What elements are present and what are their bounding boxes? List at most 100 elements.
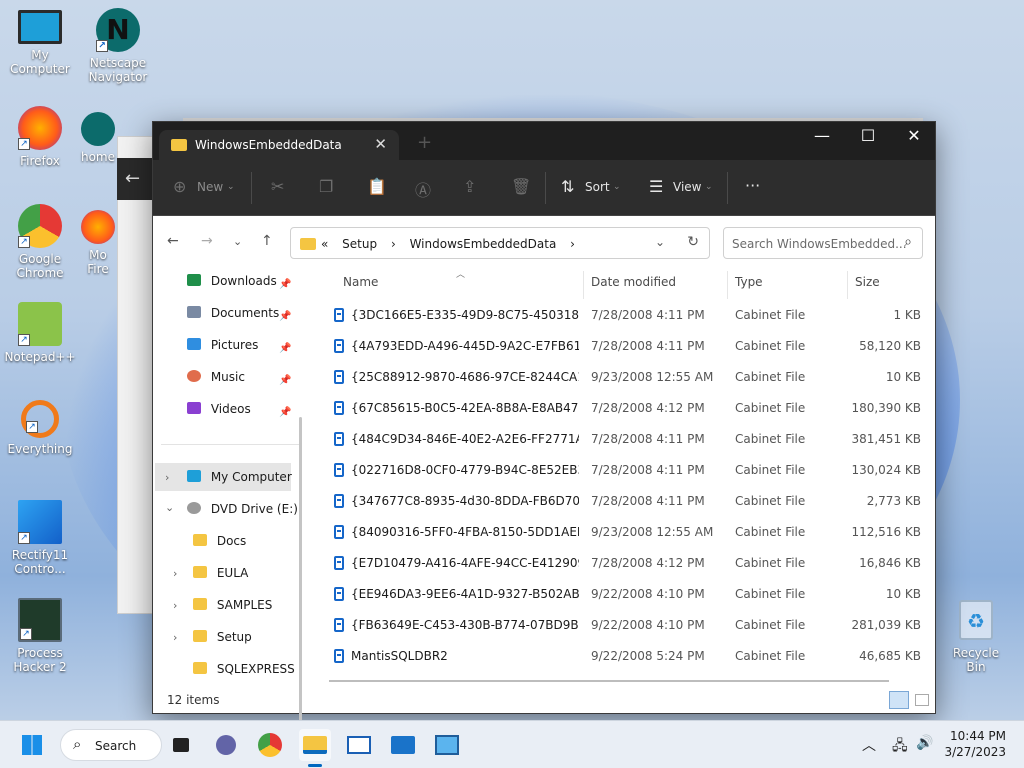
more-options-button[interactable]: ··· [745,176,760,195]
copy-icon[interactable]: ❐ [319,177,333,196]
start-button[interactable] [16,729,48,761]
nav-item-dvd-drive[interactable]: ⌄ DVD Drive (E:) W [155,495,299,523]
column-separator[interactable] [847,271,848,299]
pin-icon[interactable]: 📌 [279,375,291,386]
chevron-right-icon[interactable]: › [165,471,169,484]
taskbar-search[interactable]: ⌕ Search [60,729,162,761]
nav-item-downloads[interactable]: Downloads [187,267,277,295]
control-panel-taskbar-button[interactable] [387,729,419,761]
desktop-icon-everything[interactable]: ↗ Everything [0,400,80,456]
nav-item-samples[interactable]: › SAMPLES [173,591,272,619]
breadcrumb-separator[interactable]: › [570,237,575,251]
network-icon[interactable]: 🖧 [892,735,908,759]
nav-item-my-computer[interactable]: › My Computer [155,463,292,491]
tab-windowsembeddeddata[interactable]: WindowsEmbeddedData ✕ [159,130,399,160]
sort-button[interactable]: Sort [585,180,610,194]
file-row[interactable]: {84090316-5FF0-4FBA-8150-5DD1AEEB6C... 9/… [313,517,929,548]
nav-item-music[interactable]: Music [187,363,245,391]
desktop-icon-firefox[interactable]: ↗ Firefox [0,106,80,168]
file-row[interactable]: {FB63649E-C453-430B-B774-07BD9B0479... 9/… [313,610,929,641]
column-separator[interactable] [583,271,584,299]
details-view-button[interactable] [889,691,909,709]
desktop-icon-netscape[interactable]: N ↗ Netscape Navigator [78,8,158,84]
nav-item-pictures[interactable]: Pictures [187,331,258,359]
horizontal-scrollbar[interactable] [329,680,889,682]
desktop-icon-home[interactable]: home [78,112,118,164]
desktop-icon-mo-fire[interactable]: Mo Fire [78,210,118,276]
desktop-icon-process-hacker[interactable]: ↗ Process Hacker 2 [0,598,80,674]
tiles-view-button[interactable] [915,694,929,706]
back-button[interactable]: ← [167,233,179,249]
nav-item-eula[interactable]: › EULA [173,559,248,587]
view-button[interactable]: View [673,180,701,194]
task-view-button[interactable] [166,729,198,761]
tab-close-icon[interactable]: ✕ [374,135,387,153]
rename-icon[interactable]: Ⓐ [415,177,431,201]
file-row[interactable]: MantisSQLDBR2 9/22/2008 5:24 PM Cabinet Fi… [313,641,929,672]
chevron-down-icon[interactable]: ⌄ [655,235,665,249]
file-explorer-taskbar-button[interactable] [299,729,331,761]
column-header-name[interactable]: Name [343,275,378,299]
file-row[interactable]: {4A793EDD-A496-445D-9A2C-E7FB61C94... 7/2… [313,331,929,362]
breadcrumb-separator[interactable]: › [391,237,396,251]
file-row[interactable]: {3DC166E5-E335-49D9-8C75-450318AFD9... 7/… [313,300,929,331]
desktop-icon-my-computer[interactable]: My Computer [0,10,80,76]
forward-button[interactable]: → [201,233,213,249]
pin-icon[interactable]: 📌 [279,279,291,290]
nav-item-sqlexpress[interactable]: SQLEXPRESS [193,655,295,683]
cut-icon[interactable]: ✂ [271,177,284,196]
volume-icon[interactable]: 🔊 [916,735,933,751]
share-icon[interactable]: ⇪ [463,177,476,196]
new-tab-button[interactable]: + [417,132,432,153]
chat-button[interactable] [210,729,242,761]
file-row[interactable]: {484C9D34-846E-40E2-A2E6-FF2771A303... 7/… [313,424,929,455]
chevron-down-icon[interactable]: ⌄ [165,501,174,514]
column-header-type[interactable]: Type [735,275,763,299]
pin-icon[interactable]: 📌 [279,343,291,354]
app-taskbar-button[interactable] [343,729,375,761]
address-bar[interactable]: « Setup › WindowsEmbeddedData › ⌄ ↻ [290,227,710,259]
nav-item-setup[interactable]: › Setup [173,623,252,651]
search-box[interactable]: Search WindowsEmbedded... ⌕ [723,227,923,259]
chrome-taskbar-button[interactable] [254,729,286,761]
breadcrumb-setup[interactable]: Setup [342,237,377,251]
pin-icon[interactable]: 📌 [279,407,291,418]
chevron-right-icon[interactable]: › [173,599,177,612]
maximize-button[interactable]: ☐ [845,126,891,145]
back-arrow-icon[interactable]: ← [117,158,157,200]
new-button[interactable]: New [197,180,223,194]
file-row[interactable]: {25C88912-9870-4686-97CE-8244CA1B0D... 9/… [313,362,929,393]
pin-icon[interactable]: 📌 [279,311,291,322]
file-row[interactable]: {EE946DA3-9EE6-4A1D-9327-B502AB5964... 9/… [313,579,929,610]
minimize-button[interactable]: — [799,126,845,145]
column-separator[interactable] [727,271,728,299]
desktop-icon-chrome[interactable]: ↗ Google Chrome [0,204,80,280]
column-header-date[interactable]: Date modified [591,275,676,299]
desktop-icon-rectify11[interactable]: ↗ Rectify11 Contro... [0,500,80,576]
nav-item-documents[interactable]: Documents [187,299,279,327]
column-header-size[interactable]: Size [855,275,880,299]
paste-icon[interactable]: 📋 [367,177,387,196]
chevron-right-icon[interactable]: › [173,631,177,644]
clock[interactable]: 10:44 PM 3/27/2023 [944,728,1006,760]
nav-item-docs[interactable]: Docs [193,527,246,555]
close-button[interactable]: ✕ [891,126,937,145]
display-taskbar-button[interactable] [431,729,463,761]
up-button[interactable]: ↑ [261,233,273,249]
breadcrumb-windowsembeddeddata[interactable]: WindowsEmbeddedData [410,237,557,251]
refresh-icon[interactable]: ↻ [687,234,699,250]
nav-item-videos[interactable]: Videos [187,395,251,423]
file-row[interactable]: {E7D10479-A416-4AFE-94CC-E4129090F7... 7/… [313,548,929,579]
nav-scrollbar[interactable] [299,417,302,757]
chevron-down-icon: ⌄ [613,182,621,192]
delete-icon[interactable]: 🗑 [511,177,531,196]
chevron-up-icon[interactable]: ︿ [862,735,876,755]
desktop-icon-recycle-bin[interactable]: ♻ Recycle Bin [944,600,1008,674]
breadcrumb-overflow[interactable]: « [321,237,328,251]
chevron-right-icon[interactable]: › [173,567,177,580]
file-row[interactable]: {022716D8-0CF0-4779-B94C-8E52EB3670... 7/… [313,455,929,486]
file-row[interactable]: {67C85615-B0C5-42EA-8B8A-E8AB47DB2... 7/2… [313,393,929,424]
file-row[interactable]: {347677C8-8935-4d30-8DDA-FB6D701AC... 7/2… [313,486,929,517]
desktop-icon-notepad[interactable]: ↗ Notepad++ [0,302,80,364]
recent-locations-button[interactable]: ⌄ [233,235,242,248]
